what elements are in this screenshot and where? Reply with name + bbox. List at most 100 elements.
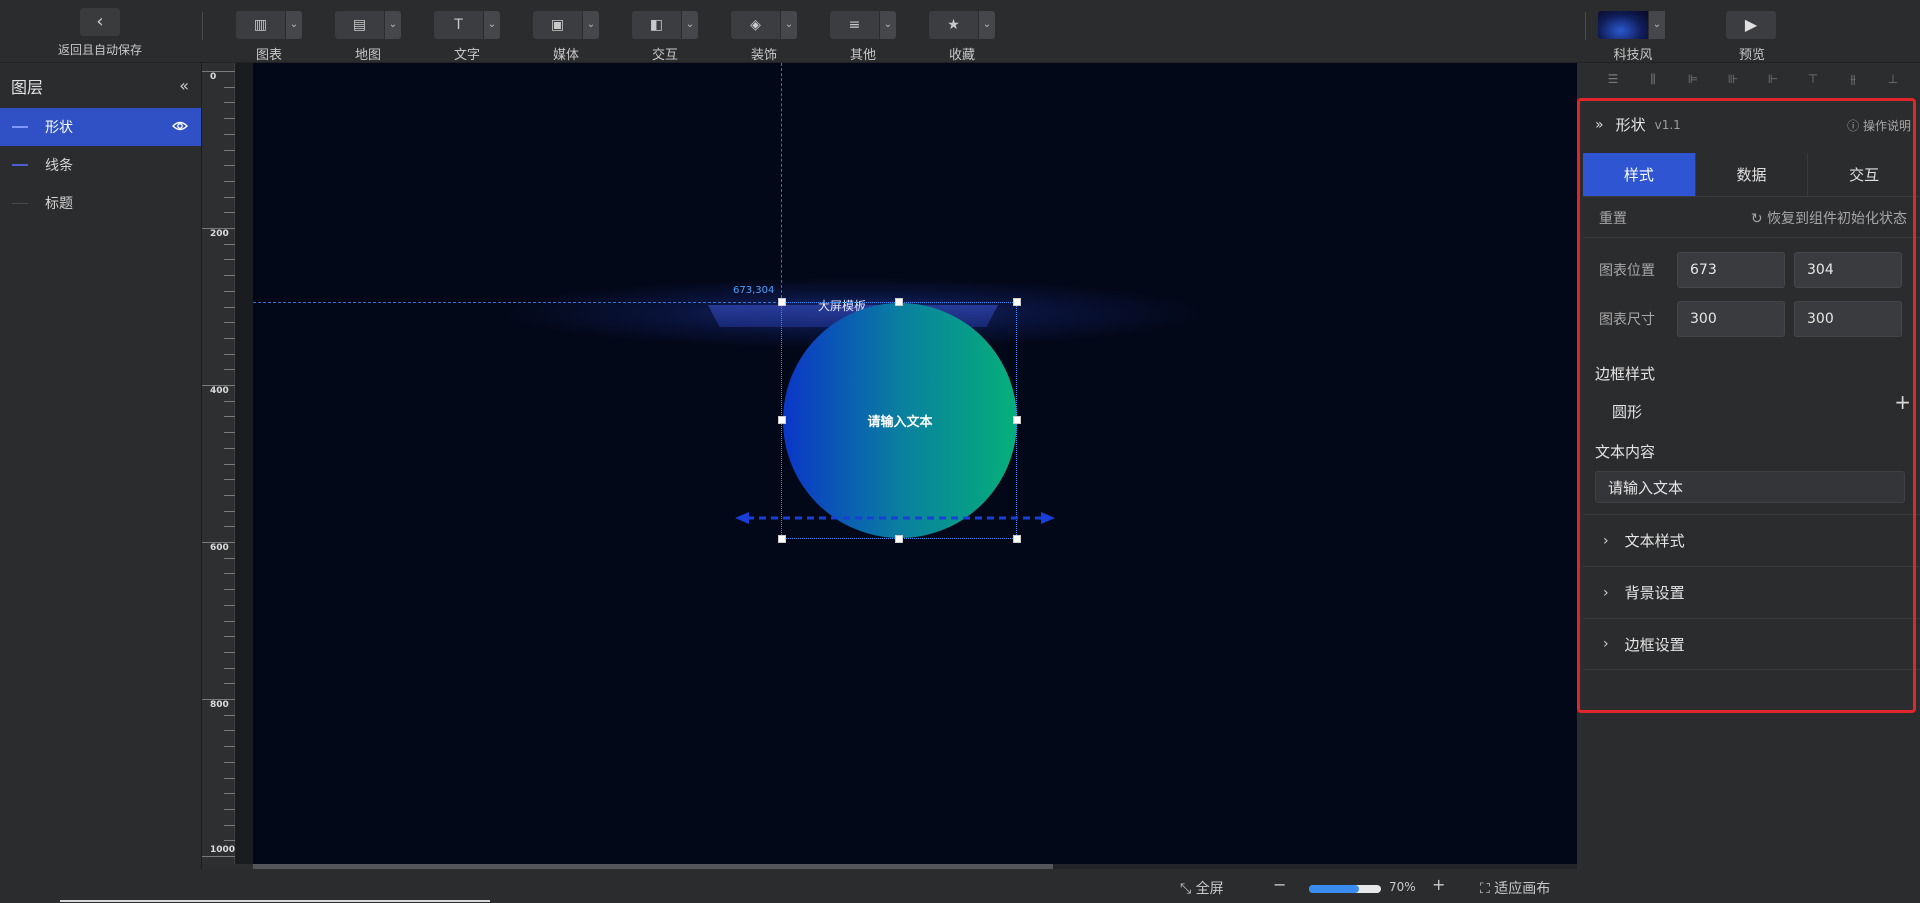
ruler-tick xyxy=(224,714,235,716)
chevron-down-icon[interactable]: ⌄ xyxy=(1649,11,1665,39)
vertical-guide-line xyxy=(781,63,782,303)
eye-icon[interactable] xyxy=(172,118,188,134)
layer-item-line[interactable]: 线条 xyxy=(0,146,201,184)
align-bottom-icon[interactable]: ⊥ xyxy=(1885,71,1901,87)
back-save-button[interactable]: ‹ 返回且自动保存 xyxy=(50,8,150,58)
help-link[interactable]: ⓘ 操作说明 xyxy=(1847,117,1911,134)
chevron-down-icon[interactable]: ⌄ xyxy=(484,11,500,39)
preview-button[interactable]: ▶ 预览 xyxy=(1726,11,1778,63)
resize-handle-ne[interactable] xyxy=(1013,298,1021,306)
other-icon[interactable]: ≡ xyxy=(830,11,879,39)
resize-handle-n[interactable] xyxy=(895,298,903,306)
ruler-tick xyxy=(224,243,235,245)
size-row: 图表尺寸 xyxy=(1583,301,1920,337)
tool-chart[interactable]: ▥ ⌄ 图表 xyxy=(236,11,302,63)
tab-interaction[interactable]: 交互 xyxy=(1808,153,1920,196)
reset-button[interactable]: 重置 xyxy=(1599,208,1627,228)
layer-label: 形状 xyxy=(45,120,73,136)
zoom-slider[interactable] xyxy=(1309,885,1381,893)
zoom-out-button[interactable]: − xyxy=(1273,875,1286,894)
layer-label: 标题 xyxy=(45,196,73,212)
tool-decoration[interactable]: ◈ ⌄ 装饰 xyxy=(731,11,797,63)
text-content-input[interactable] xyxy=(1595,471,1905,503)
ruler-tick xyxy=(224,824,235,826)
chevron-left-icon[interactable]: ‹ xyxy=(80,8,120,36)
tool-other[interactable]: ≡ ⌄ 其他 xyxy=(830,11,896,63)
decoration-icon[interactable]: ◈ xyxy=(731,11,780,39)
refresh-icon: ↻ xyxy=(1750,210,1767,227)
ruler-tick xyxy=(224,573,235,575)
ruler-tick xyxy=(224,432,235,434)
chevron-down-icon[interactable]: ⌄ xyxy=(286,11,302,39)
theme-selector[interactable]: ⌄ 科技风 xyxy=(1598,11,1668,63)
stars-icon[interactable]: ★ xyxy=(929,11,978,39)
tool-interaction[interactable]: ◧ ⌄ 交互 xyxy=(632,11,698,63)
ruler-tick xyxy=(224,667,235,669)
text-content-label: 文本内容 xyxy=(1595,443,1656,461)
plus-icon[interactable]: + xyxy=(1894,390,1911,414)
align-top-edge-icon[interactable]: ⊤ xyxy=(1805,71,1821,87)
ruler-tick xyxy=(224,400,235,402)
ruler-tick xyxy=(224,777,235,779)
play-icon[interactable]: ▶ xyxy=(1726,11,1776,39)
double-chevron-left-icon[interactable]: « xyxy=(179,76,189,95)
media-icon[interactable]: ▣ xyxy=(533,11,582,39)
align-vcenter-icon[interactable]: ⫼ xyxy=(1645,71,1661,87)
chevron-down-icon[interactable]: ⌄ xyxy=(880,11,896,39)
fit-canvas-button[interactable]: ⛶ 适应画布 xyxy=(1480,878,1550,898)
tab-data[interactable]: 数据 xyxy=(1696,153,1809,196)
tool-label: 其他 xyxy=(849,48,876,63)
layers-panel: 图层 « 形状 线条 标题 xyxy=(0,63,202,903)
section-border[interactable]: › 边框设置 xyxy=(1583,618,1920,670)
tab-style[interactable]: 样式 xyxy=(1583,153,1696,196)
size-width-input[interactable] xyxy=(1677,301,1785,337)
position-y-input[interactable] xyxy=(1794,252,1902,288)
align-hcenter-icon[interactable]: ⊪ xyxy=(1725,71,1741,87)
ruler-tick xyxy=(224,730,235,732)
tool-text[interactable]: T ⌄ 文字 xyxy=(434,11,500,63)
ruler-tick xyxy=(224,447,235,449)
resize-handle-sw[interactable] xyxy=(778,535,786,543)
design-canvas[interactable]: 大屏模板 673,304 请输入文本 xyxy=(253,63,1577,864)
vertical-ruler: 0 200 400 600 800 1000 xyxy=(202,63,235,864)
tool-media[interactable]: ▣ ⌄ 媒体 xyxy=(533,11,599,63)
dashed-arrow-line[interactable] xyxy=(735,508,1055,528)
resize-handle-se[interactable] xyxy=(1013,535,1021,543)
position-x-input[interactable] xyxy=(1677,252,1785,288)
section-background[interactable]: › 背景设置 xyxy=(1583,566,1920,618)
theme-thumbnail[interactable] xyxy=(1598,11,1648,39)
zoom-in-button[interactable]: + xyxy=(1432,875,1445,894)
size-height-input[interactable] xyxy=(1794,301,1902,337)
restore-button[interactable]: ↻ 恢复到组件初始化状态 xyxy=(1751,208,1907,228)
align-middle-icon[interactable]: ⫵ xyxy=(1845,71,1861,87)
ruler-label: 600 xyxy=(210,543,229,553)
section-text-style[interactable]: › 文本样式 xyxy=(1583,514,1920,566)
resize-handle-e[interactable] xyxy=(1013,416,1021,424)
resize-handle-w[interactable] xyxy=(778,416,786,424)
double-chevron-right-icon[interactable]: » xyxy=(1595,117,1604,133)
chevron-down-icon[interactable]: ⌄ xyxy=(682,11,698,39)
ruler-tick xyxy=(224,165,235,167)
border-style-value[interactable]: 圆形 xyxy=(1612,401,1642,422)
position-row: 图表位置 xyxy=(1583,252,1920,288)
layer-item-title[interactable]: 标题 xyxy=(0,184,201,222)
chevron-down-icon[interactable]: ⌄ xyxy=(781,11,797,39)
layer-item-shape[interactable]: 形状 xyxy=(0,108,201,146)
bottom-indicator xyxy=(60,900,490,902)
chevron-down-icon[interactable]: ⌄ xyxy=(385,11,401,39)
resize-handle-nw[interactable] xyxy=(778,298,786,306)
align-top-icon[interactable]: ☰ xyxy=(1605,71,1621,87)
chevron-down-icon[interactable]: ⌄ xyxy=(583,11,599,39)
title-layer-icon xyxy=(12,202,28,204)
fullscreen-button[interactable]: ⤡ 全屏 xyxy=(1180,878,1224,898)
align-right-icon[interactable]: ⊩ xyxy=(1765,71,1781,87)
tool-favorites[interactable]: ★ ⌄ 收藏 xyxy=(929,11,995,63)
resize-handle-s[interactable] xyxy=(895,535,903,543)
interaction-icon[interactable]: ◧ xyxy=(632,11,681,39)
align-left-icon[interactable]: ⊫ xyxy=(1685,71,1701,87)
bar-chart-icon[interactable]: ▥ xyxy=(236,11,285,39)
text-icon[interactable]: T xyxy=(434,11,483,39)
map-icon[interactable]: ▤ xyxy=(335,11,384,39)
chevron-down-icon[interactable]: ⌄ xyxy=(979,11,995,39)
tool-map[interactable]: ▤ ⌄ 地图 xyxy=(335,11,401,63)
